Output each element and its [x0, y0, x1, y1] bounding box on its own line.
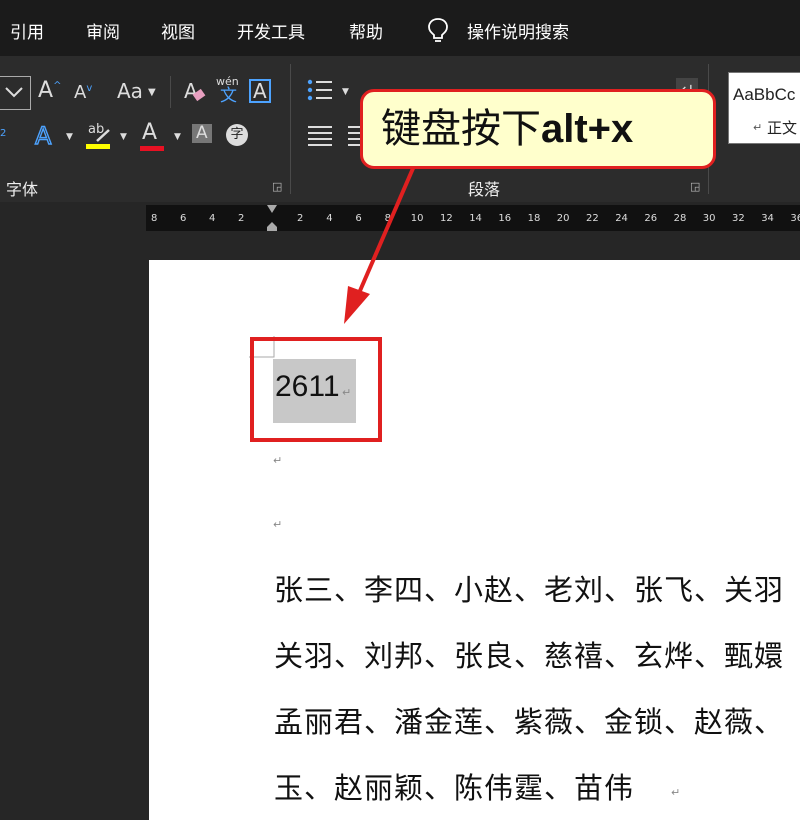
- marker-icon: [96, 129, 110, 142]
- text-effects-icon[interactable]: A: [32, 122, 60, 150]
- ruler-number: 14: [469, 213, 482, 224]
- lightbulb-icon: [428, 18, 448, 42]
- paragraph-mark: ↵: [671, 786, 681, 799]
- highlight-color-bar: [86, 144, 110, 149]
- ruler[interactable]: 8642 2 4 6 8 10 12 14 16 18 20 22 24 26 28 30 32 34 36: [146, 205, 800, 231]
- ruler-number: 16: [498, 213, 512, 224]
- ruler-number: 6: [180, 213, 187, 224]
- ruler-number: 26: [644, 213, 658, 224]
- callout-text-cn: 键盘按下: [381, 106, 541, 152]
- ruler-number: 12: [440, 213, 453, 224]
- grow-font-button[interactable]: A^: [38, 80, 61, 102]
- paragraph-mark: ↵: [273, 454, 283, 467]
- document-line-2[interactable]: 关羽、刘邦、张良、慈禧、玄烨、甄嬛: [274, 633, 784, 675]
- ruler-number: 34: [761, 213, 774, 224]
- font-group-label: 字体: [6, 180, 39, 199]
- bullets-icon[interactable]: [306, 78, 336, 102]
- change-case-button[interactable]: Aa: [117, 81, 143, 101]
- svg-text:2: 2: [0, 128, 6, 139]
- ruler-number: 8: [151, 213, 158, 224]
- menu-developer[interactable]: 开发工具: [237, 18, 305, 43]
- font-dialog-launcher[interactable]: ◲: [272, 180, 282, 193]
- align-left-icon[interactable]: [306, 124, 334, 148]
- style-preview: AaBbCc: [733, 85, 796, 104]
- style-name: 正文: [767, 119, 798, 137]
- callout-text-keys: alt+x: [541, 107, 634, 151]
- annotation-callout: 键盘按下alt+x: [360, 89, 716, 169]
- annotation-highlight-box: [250, 337, 382, 442]
- style-return-mark: ↵: [753, 121, 763, 134]
- ruler-number: 4: [209, 213, 216, 224]
- ruler-number: 24: [615, 213, 628, 224]
- svg-text:A: A: [35, 122, 52, 150]
- char-border-button[interactable]: A: [249, 79, 271, 103]
- subscript-icon[interactable]: 2: [0, 126, 14, 142]
- menu-bar: 引用 审阅 视图 开发工具 帮助 操作说明搜索: [0, 0, 800, 56]
- ruler-number: 32: [732, 213, 745, 224]
- enclose-char-button[interactable]: 字: [226, 124, 248, 146]
- dropdown-arrow-icon[interactable]: ▼: [120, 133, 127, 142]
- ruler-number: 28: [673, 213, 687, 224]
- ruler-number: 2: [297, 213, 304, 224]
- phonetic-char: 文: [220, 86, 237, 106]
- dropdown-arrow-icon[interactable]: ▼: [148, 88, 156, 98]
- font-color-bar: [140, 146, 164, 151]
- svg-text:A: A: [184, 79, 198, 103]
- document-line-3[interactable]: 孟丽君、潘金莲、紫薇、金锁、赵薇、: [274, 699, 784, 741]
- paragraph-group-label: 段落: [468, 180, 501, 199]
- paragraph-mark: ↵: [273, 518, 283, 531]
- search-box[interactable]: 操作说明搜索: [467, 18, 569, 43]
- ruler-number: 20: [556, 213, 570, 224]
- ruler-number: 30: [702, 213, 716, 224]
- indent-marker-icon[interactable]: [266, 205, 278, 231]
- menu-help[interactable]: 帮助: [349, 18, 383, 43]
- ruler-number: 36: [790, 213, 800, 224]
- ruler-number: 18: [527, 213, 541, 224]
- font-size-dropdown[interactable]: [0, 76, 31, 110]
- clear-format-icon[interactable]: A: [182, 78, 208, 106]
- style-gallery[interactable]: AaBbCc ↵ 正文: [728, 72, 800, 144]
- dropdown-arrow-icon[interactable]: ▼: [174, 133, 181, 142]
- menu-references[interactable]: 引用: [10, 18, 44, 43]
- menu-review[interactable]: 审阅: [86, 18, 120, 43]
- paragraph-dialog-launcher[interactable]: ◲: [690, 180, 700, 193]
- document-line-4[interactable]: 玉、赵丽颖、陈伟霆、苗伟: [274, 765, 634, 807]
- menu-view[interactable]: 视图: [161, 18, 195, 43]
- document-page[interactable]: 2611 ↵ ↵ ↵ 张三、李四、小赵、老刘、张飞、关羽 关羽、刘邦、张良、慈禧…: [149, 260, 800, 820]
- shrink-font-button[interactable]: Av: [74, 84, 92, 102]
- document-line-1[interactable]: 张三、李四、小赵、老刘、张飞、关羽: [274, 567, 784, 609]
- annotation-arrow-icon: [344, 165, 416, 324]
- font-color-a: A: [142, 120, 158, 145]
- ruler-number: 22: [586, 213, 599, 224]
- char-shading-button[interactable]: A: [192, 124, 212, 143]
- dropdown-arrow-icon[interactable]: ▼: [66, 133, 73, 142]
- ruler-number: 2: [238, 213, 245, 224]
- dropdown-arrow-icon[interactable]: ▼: [342, 88, 349, 97]
